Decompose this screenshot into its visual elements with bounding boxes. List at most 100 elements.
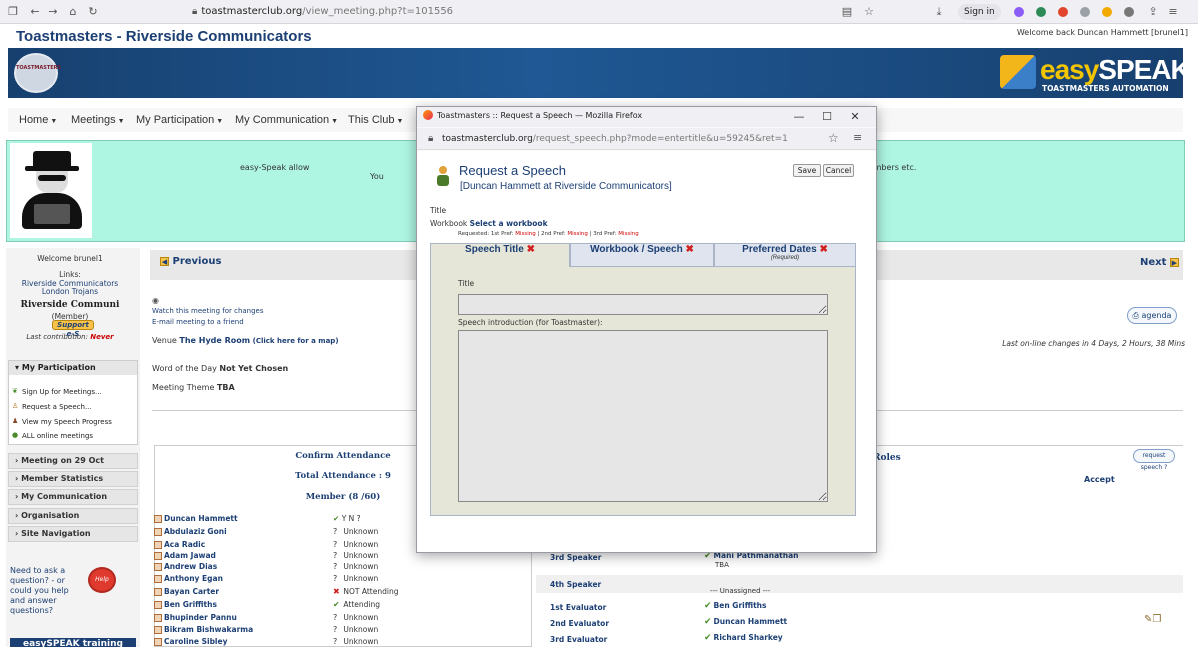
sidebar-section-communication[interactable]: › My Communication xyxy=(8,489,138,505)
title-summary-label: Title xyxy=(430,206,447,215)
attendee-name[interactable]: Bikram Bishwakarma xyxy=(154,625,253,634)
download-icon[interactable]: ⤓ xyxy=(932,5,946,19)
nav-meetings[interactable]: Meetings ▼ xyxy=(71,114,125,126)
agenda-button[interactable]: ⎙ agenda xyxy=(1127,307,1177,324)
tab-overview-icon[interactable]: ❐ xyxy=(6,5,20,19)
attendee-name[interactable]: Andrew Dias xyxy=(154,562,217,571)
arrow-right-icon: ▶ xyxy=(1169,257,1179,267)
watch-link[interactable]: Watch this meeting for changes xyxy=(152,307,264,315)
wod-value: Not Yet Chosen xyxy=(219,364,289,373)
extension-icon[interactable] xyxy=(1124,7,1134,17)
request-speech-button[interactable]: request speech ? xyxy=(1133,449,1175,471)
question-icon: ? xyxy=(333,562,338,571)
role-label: 2nd Evaluator xyxy=(550,619,610,628)
support-button[interactable]: Support e-S xyxy=(52,320,94,338)
attendee-name[interactable]: Anthony Egan xyxy=(154,574,223,583)
bookmark-star-icon[interactable]: ☆ xyxy=(828,131,839,145)
question-icon: ? xyxy=(333,527,338,536)
check-icon: ✔ xyxy=(704,617,712,627)
role-person[interactable]: ✔ Richard Sharkey xyxy=(704,633,783,643)
extension-icon[interactable] xyxy=(1014,7,1024,17)
sidebar-section-navigation[interactable]: › Site Navigation xyxy=(8,526,138,542)
maximize-icon[interactable]: ☐ xyxy=(814,108,840,126)
address-bar[interactable]: 🔒︎ toastmasterclub.org/view_meeting.php?t… xyxy=(192,3,880,21)
sidebar-item-signup[interactable]: Sign Up for Meetings... xyxy=(22,388,102,396)
role-person[interactable]: ✔ Duncan Hammett xyxy=(704,617,787,627)
sidebar-item-speech-progress[interactable]: View my Speech Progress xyxy=(22,418,112,426)
section-label: Member Statistics xyxy=(21,474,104,483)
cross-icon: ✖ xyxy=(526,244,535,255)
toastmasters-logo[interactable] xyxy=(14,53,58,93)
role-action-icon[interactable]: ✎❐ xyxy=(1144,614,1161,625)
role-speech-title: TBA xyxy=(715,561,729,569)
role-person[interactable]: ✔ Ben Griffiths xyxy=(704,601,766,611)
attendance-radio-group[interactable]: ✔ Y N ? xyxy=(333,514,361,523)
email-link[interactable]: E-mail meeting to a friend xyxy=(152,318,244,326)
menu-icon[interactable]: ≡ xyxy=(1166,5,1180,19)
close-icon[interactable]: ✕ xyxy=(842,108,868,126)
sidebar-section-statistics[interactable]: › Member Statistics xyxy=(8,471,138,487)
tab-speech-title[interactable]: Speech Title ✖ xyxy=(430,243,570,267)
tab-preferred-dates[interactable]: Preferred Dates ✖ (Required) xyxy=(714,243,856,267)
sidebar-link-trojans[interactable]: London Trojans xyxy=(6,287,134,296)
share-icon[interactable]: ⇪ xyxy=(1146,5,1160,19)
cancel-button[interactable]: Cancel xyxy=(823,164,854,177)
extension-icon[interactable] xyxy=(1058,7,1068,17)
back-icon[interactable]: ← xyxy=(28,5,42,19)
avatar-laptop xyxy=(34,204,70,224)
attendee-name[interactable]: Ben Griffiths xyxy=(154,600,217,609)
role-unassigned[interactable]: --- Unassigned --- xyxy=(710,587,770,595)
training-banner[interactable]: easySPEAK training xyxy=(10,638,136,647)
reader-view-icon[interactable]: ▤ xyxy=(840,5,854,19)
sidebar-section-organisation[interactable]: › Organisation xyxy=(8,508,138,524)
save-button[interactable]: Save xyxy=(793,164,821,177)
attendee-name[interactable]: Duncan Hammett xyxy=(154,514,238,523)
extension-icon[interactable] xyxy=(1080,7,1090,17)
extension-icon[interactable] xyxy=(1102,7,1112,17)
attendee-name[interactable]: Caroline Sibley xyxy=(154,637,227,646)
previous-link[interactable]: ◀ Previous xyxy=(160,256,221,267)
map-link[interactable]: (Click here for a map) xyxy=(253,337,339,345)
request-speech-subheading[interactable]: [Duncan Hammett at Riverside Communicato… xyxy=(460,181,672,192)
sign-in-button[interactable]: Sign in xyxy=(958,4,1001,20)
attendance-status: ? Unknown xyxy=(333,625,378,634)
arrow-left-icon: ◀ xyxy=(160,256,169,266)
req-3: | 3rd Pref: xyxy=(589,231,617,237)
bookmark-star-icon[interactable]: ☆ xyxy=(862,5,876,19)
attendee-name[interactable]: Adam Jawad xyxy=(154,551,216,560)
question-icon: ? xyxy=(333,625,338,634)
next-label: Next xyxy=(1140,257,1167,268)
nav-this-club[interactable]: This Club ▼ xyxy=(348,114,403,126)
attendee-name[interactable]: Bhupinder Pannu xyxy=(154,613,237,622)
cross-icon: ✖ xyxy=(819,244,828,255)
sidebar-section-meeting[interactable]: › Meeting on 29 Oct xyxy=(8,453,138,469)
sidebar-item-all-meetings[interactable]: ALL online meetings xyxy=(22,432,93,440)
attendee-label: Adam Jawad xyxy=(164,551,216,560)
role-person-label: Ben Griffiths xyxy=(713,601,767,610)
reload-icon[interactable]: ↻ xyxy=(86,5,100,19)
tab-workbook-speech[interactable]: Workbook / Speech ✖ xyxy=(570,243,714,267)
title-field[interactable] xyxy=(458,294,828,315)
popup-url[interactable]: toastmasterclub.org/request_speech.php?m… xyxy=(442,134,788,144)
nav-my-participation[interactable]: My Participation ▼ xyxy=(136,114,223,126)
attendance-status: ? Unknown xyxy=(333,562,378,571)
attendee-name[interactable]: Bayan Carter xyxy=(154,587,219,596)
attendee-name[interactable]: Aca Radic xyxy=(154,540,205,549)
role-label: 4th Speaker xyxy=(550,580,602,589)
next-link[interactable]: Next ▶ xyxy=(1140,257,1179,268)
help-text[interactable]: Need to ask a question? - or could you h… xyxy=(10,566,82,616)
roles-column-accept: Accept xyxy=(1084,475,1115,484)
my-participation-header[interactable]: ▾ My Participation xyxy=(9,361,137,375)
nav-home[interactable]: Home ▼ xyxy=(19,114,57,126)
intro-field[interactable] xyxy=(458,330,828,502)
home-icon[interactable]: ⌂ xyxy=(66,5,80,19)
nav-my-communication[interactable]: My Communication ▼ xyxy=(235,114,338,126)
menu-icon[interactable]: ≡ xyxy=(853,131,862,144)
forward-icon[interactable]: → xyxy=(46,5,60,19)
sidebar-item-request-speech[interactable]: Request a Speech... xyxy=(22,403,92,411)
extension-icon[interactable] xyxy=(1036,7,1046,17)
attendee-name[interactable]: Abdulaziz Goni xyxy=(154,527,227,536)
status-label: Attending xyxy=(343,600,380,609)
venue-name[interactable]: The Hyde Room xyxy=(179,336,250,345)
minimize-icon[interactable]: — xyxy=(786,108,812,126)
